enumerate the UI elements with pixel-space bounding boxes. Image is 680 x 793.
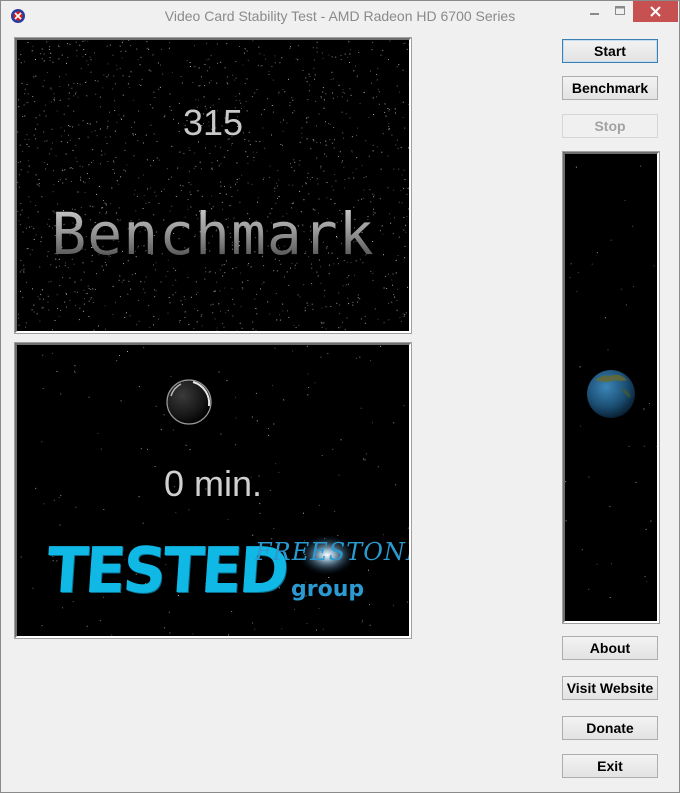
tested-stamp: TESTED: [44, 534, 289, 608]
maximize-icon: [615, 6, 625, 15]
exit-button[interactable]: Exit: [562, 754, 658, 778]
benchmark-label: Benchmark: [17, 200, 409, 268]
donate-button[interactable]: Donate: [562, 716, 658, 740]
earth-display: [563, 152, 659, 623]
close-icon: [650, 6, 661, 17]
about-button[interactable]: About: [562, 636, 658, 660]
maximize-button[interactable]: [607, 1, 633, 22]
start-button[interactable]: Start: [562, 39, 658, 63]
client-area: 315 Benchmark 0 min. TESTED FREESTONE gr…: [9, 31, 671, 784]
elapsed-time: 0 min.: [163, 463, 263, 504]
close-button[interactable]: [633, 1, 678, 22]
benchmark-button[interactable]: Benchmark: [562, 76, 658, 100]
logo-group: group: [291, 577, 365, 602]
moon-icon: [166, 379, 212, 425]
minimize-icon: [590, 13, 599, 15]
earth-icon: [587, 370, 635, 418]
logo-name: FREESTONE: [255, 538, 411, 566]
benchmark-display: 315 Benchmark: [15, 38, 411, 333]
starfield-background: [17, 40, 409, 331]
title-bar[interactable]: Video Card Stability Test - AMD Radeon H…: [1, 1, 679, 31]
benchmark-score: 315: [182, 102, 244, 143]
visit-website-button[interactable]: Visit Website: [562, 676, 658, 700]
app-window: Video Card Stability Test - AMD Radeon H…: [0, 0, 680, 793]
minimize-button[interactable]: [581, 1, 607, 22]
window-title: Video Card Stability Test - AMD Radeon H…: [164, 8, 516, 24]
stop-button[interactable]: Stop: [562, 114, 658, 138]
test-display: 0 min. TESTED FREESTONE group: [15, 343, 411, 638]
